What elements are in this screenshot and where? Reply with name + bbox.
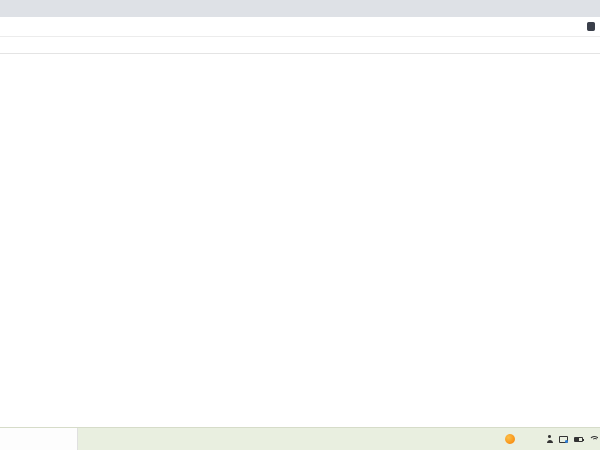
battery-icon[interactable] [574,437,583,442]
plat-map-drawing [0,54,600,427]
desktop [0,0,600,450]
taskbar [0,427,600,450]
extension-pin-icon[interactable] [587,22,595,31]
cast-display-icon[interactable] [559,436,568,443]
page-content-plat-map[interactable] [0,54,600,427]
wifi-icon[interactable] [589,436,598,443]
address-bar[interactable] [0,17,600,37]
tab-strip [0,0,600,17]
bookmarks-bar [0,37,600,54]
system-tray [534,435,598,443]
contact-person-icon[interactable] [546,435,553,443]
sun-icon [505,434,515,444]
search-box[interactable] [0,428,78,450]
weather-widget[interactable] [505,434,519,444]
